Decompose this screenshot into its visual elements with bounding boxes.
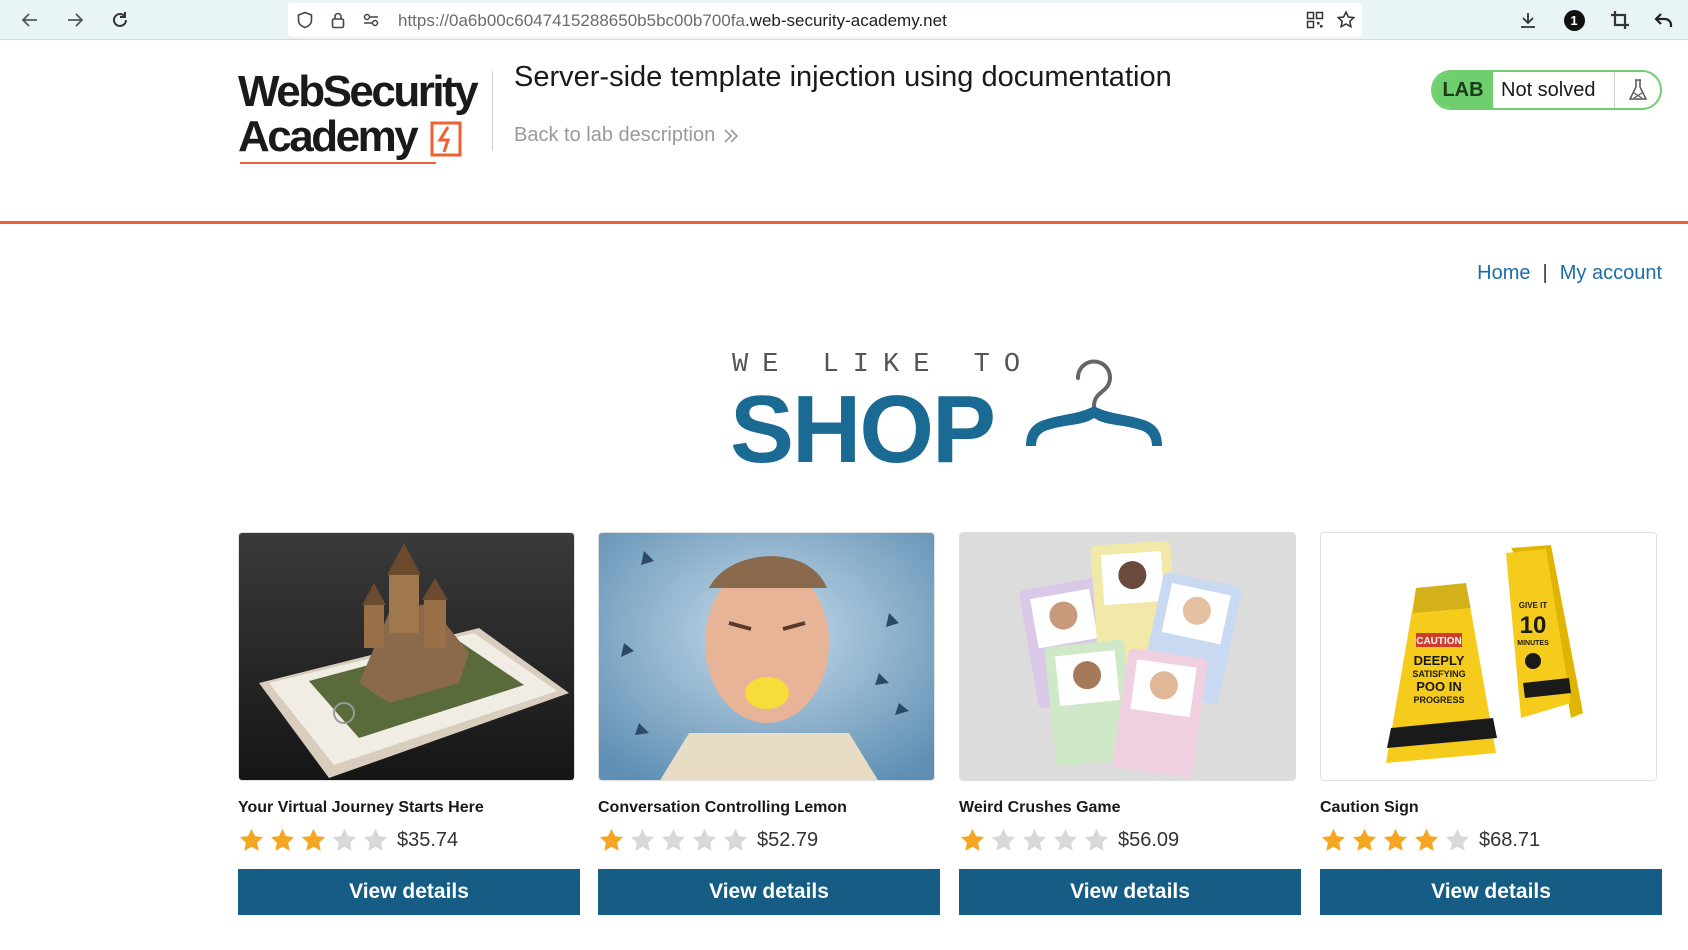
- back-sign-line-3: MINUTES: [1517, 640, 1549, 647]
- hanger-icon: [1026, 359, 1162, 446]
- product-name[interactable]: Your Virtual Journey Starts Here: [238, 799, 580, 817]
- star-empty-icon: [991, 828, 1016, 851]
- phone-castle-image[interactable]: [238, 532, 575, 781]
- download-icon[interactable]: [1514, 6, 1542, 34]
- notification-badge-icon[interactable]: 1: [1560, 6, 1588, 34]
- reload-icon[interactable]: [106, 6, 134, 34]
- logo-line-1: WebSecurity: [238, 67, 479, 116]
- logo-line-2: Academy: [238, 112, 419, 161]
- header-divider: [492, 71, 493, 151]
- crop-icon[interactable]: [1606, 6, 1634, 34]
- shield-icon[interactable]: [295, 10, 315, 30]
- product-card: Conversation Controlling Lemon $52.79 Vi…: [598, 532, 940, 915]
- sign-line-4: PROGRESS: [1413, 695, 1464, 705]
- browser-toolbar: https://0a6b00c6047415288650b5bc00b700fa…: [0, 0, 1688, 40]
- star-rating: [238, 827, 389, 854]
- logo-underline: [240, 162, 436, 164]
- product-rating: $52.79: [598, 825, 940, 855]
- address-bar[interactable]: https://0a6b00c6047415288650b5bc00b700fa…: [288, 3, 1362, 37]
- star-empty-icon: [1053, 828, 1078, 851]
- star-empty-icon: [1445, 828, 1470, 851]
- star-filled-icon: [1414, 828, 1439, 851]
- qr-code-icon[interactable]: [1305, 10, 1325, 30]
- product-card: CAUTION DEEPLY SATISFYING POO IN PROGRES…: [1320, 532, 1662, 915]
- flask-icon: [1615, 72, 1660, 108]
- product-card: Weird Crushes Game $56.09 View details: [959, 532, 1301, 915]
- lab-badge: LAB: [1433, 72, 1493, 108]
- product-price: $35.74: [397, 828, 459, 851]
- site-permissions-icon[interactable]: [361, 10, 381, 30]
- lab-status-widget: LAB Not solved: [1431, 70, 1662, 110]
- product-price: $56.09: [1118, 828, 1180, 851]
- caution-label: CAUTION: [1416, 636, 1462, 647]
- back-link-label: Back to lab description: [514, 124, 716, 146]
- product-rating: $68.71: [1320, 825, 1662, 855]
- star-empty-icon: [332, 828, 357, 851]
- star-rating: [598, 827, 749, 854]
- star-filled-icon: [960, 828, 985, 851]
- double-chevron-right-icon: [724, 128, 739, 143]
- star-rating: [959, 827, 1110, 854]
- view-details-button[interactable]: View details: [959, 869, 1301, 915]
- sign-line-3: POO IN: [1416, 679, 1462, 694]
- product-rating: $56.09: [959, 825, 1301, 855]
- url-domain: .web-security-academy.net: [744, 11, 947, 30]
- lab-title: Server-side template injection using doc…: [514, 61, 1172, 93]
- forward-arrow-icon[interactable]: [61, 6, 89, 34]
- lemon-face-image[interactable]: [598, 532, 935, 781]
- banner-headline: SHOP: [730, 376, 996, 483]
- url-prefix: https://0a6b00c6047415288650b5bc00b700fa: [398, 11, 745, 30]
- view-details-button[interactable]: View details: [1320, 869, 1662, 915]
- view-details-button[interactable]: View details: [238, 869, 580, 915]
- back-arrow-icon[interactable]: [16, 6, 44, 34]
- view-details-button[interactable]: View details: [598, 869, 940, 915]
- product-name[interactable]: Weird Crushes Game: [959, 799, 1301, 817]
- star-filled-icon: [1321, 828, 1346, 851]
- back-sign-line-1: GIVE IT: [1519, 601, 1548, 610]
- product-rating: $35.74: [238, 825, 580, 855]
- web-security-academy-logo[interactable]: WebSecurity Academy: [238, 69, 488, 169]
- star-empty-icon: [692, 828, 717, 851]
- notification-count: 1: [1563, 9, 1585, 31]
- bookmark-star-icon[interactable]: [1336, 10, 1356, 30]
- product-price: $68.71: [1479, 828, 1541, 851]
- caution-sign-image[interactable]: CAUTION DEEPLY SATISFYING POO IN PROGRES…: [1320, 532, 1657, 781]
- product-name[interactable]: Conversation Controlling Lemon: [598, 799, 940, 817]
- star-filled-icon: [1383, 828, 1408, 851]
- star-rating: [1320, 827, 1471, 854]
- lab-status-text: Not solved: [1493, 72, 1615, 108]
- lock-icon[interactable]: [328, 10, 348, 30]
- undo-arrow-icon[interactable]: [1650, 6, 1678, 34]
- star-filled-icon: [270, 828, 295, 851]
- url-text[interactable]: https://0a6b00c6047415288650b5bc00b700fa…: [398, 11, 947, 31]
- my-account-link[interactable]: My account: [1560, 262, 1662, 285]
- product-price: $52.79: [757, 828, 819, 851]
- top-navigation: Home | My account: [1477, 262, 1662, 285]
- star-empty-icon: [1084, 828, 1109, 851]
- star-filled-icon: [301, 828, 326, 851]
- star-filled-icon: [1352, 828, 1377, 851]
- star-empty-icon: [363, 828, 388, 851]
- playing-cards-image[interactable]: [959, 532, 1296, 781]
- back-to-lab-description-link[interactable]: Back to lab description: [514, 124, 739, 147]
- star-empty-icon: [723, 828, 748, 851]
- back-sign-line-2: 10: [1520, 612, 1547, 639]
- home-link[interactable]: Home: [1477, 262, 1530, 285]
- product-card: Your Virtual Journey Starts Here $35.74 …: [238, 532, 580, 915]
- nav-separator: |: [1542, 262, 1548, 284]
- lightning-bolt-icon: [430, 121, 462, 157]
- product-name[interactable]: Caution Sign: [1320, 799, 1662, 817]
- star-empty-icon: [630, 828, 655, 851]
- lab-header: WebSecurity Academy Server-side template…: [0, 41, 1688, 224]
- shop-banner: WE LIKE TO SHOP: [730, 350, 1170, 480]
- star-filled-icon: [599, 828, 624, 851]
- star-empty-icon: [1022, 828, 1047, 851]
- sign-line-2: SATISFYING: [1412, 669, 1465, 679]
- sign-line-1: DEEPLY: [1414, 653, 1465, 668]
- star-filled-icon: [239, 828, 264, 851]
- star-empty-icon: [661, 828, 686, 851]
